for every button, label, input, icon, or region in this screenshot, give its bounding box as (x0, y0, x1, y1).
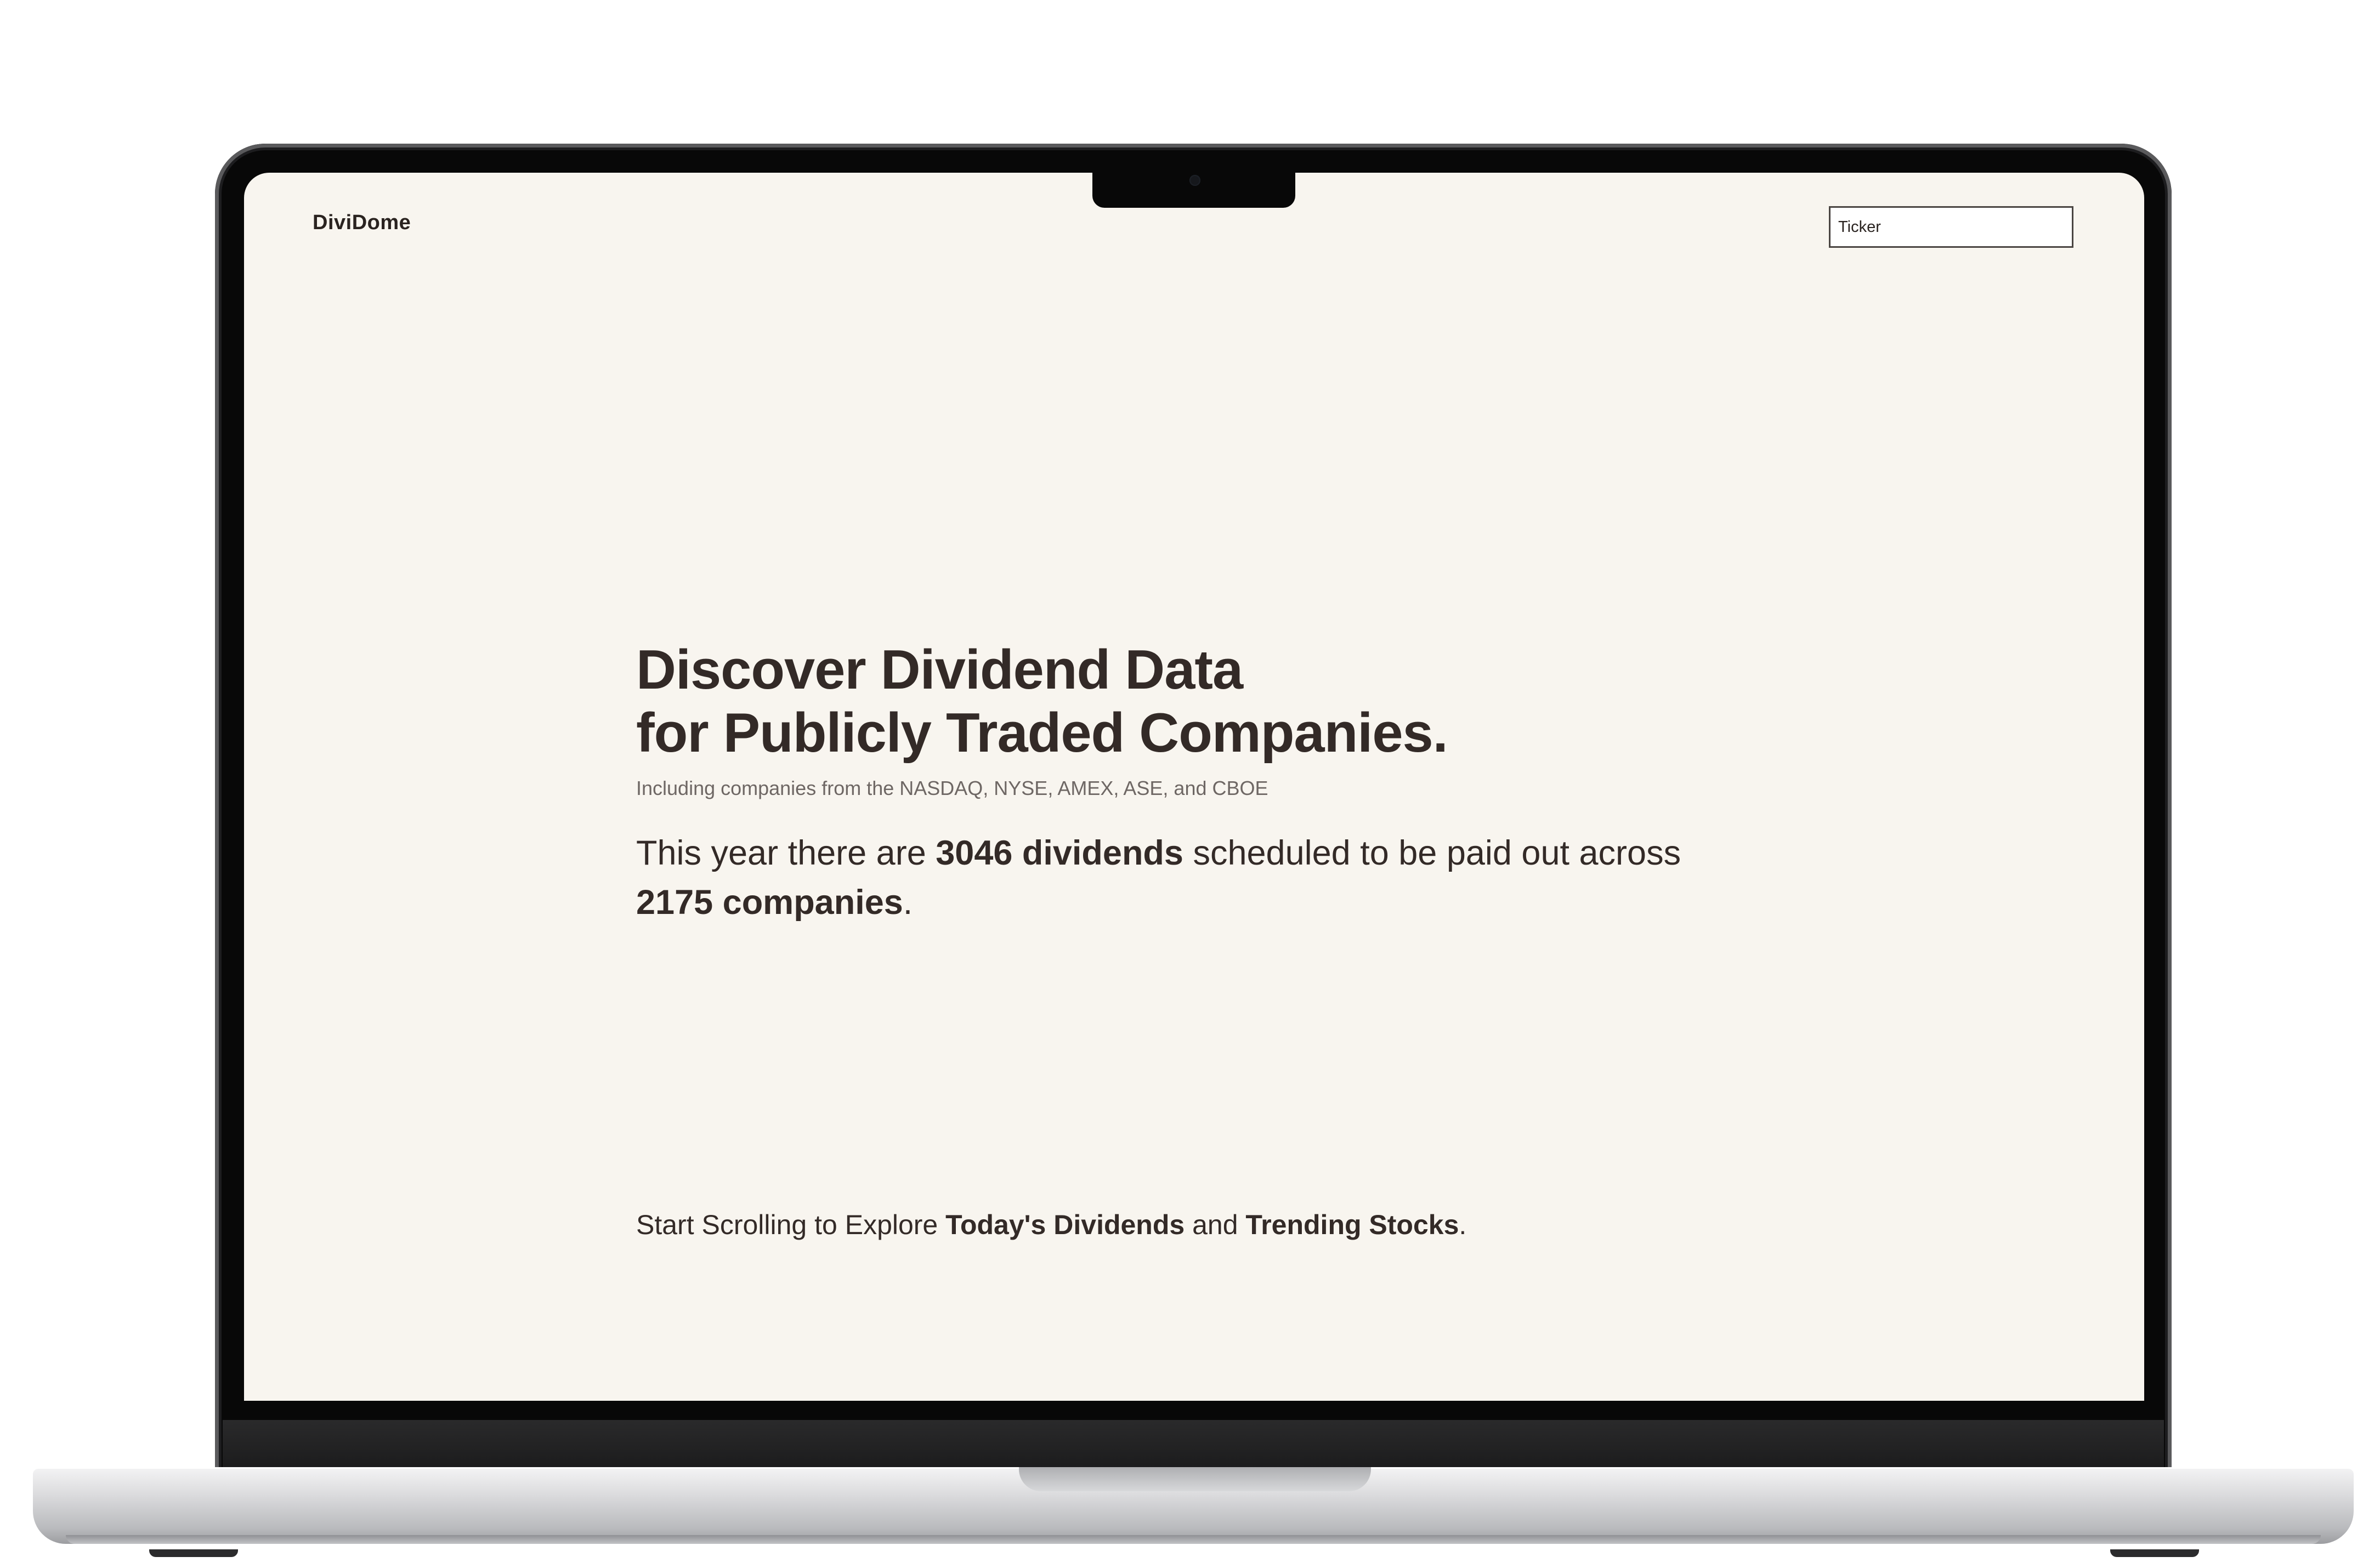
laptop-thumb-notch (1019, 1467, 1371, 1491)
stats-dividend-count: 3046 dividends (936, 834, 1183, 872)
scroll-prompt: Start Scrolling to Explore Today's Divid… (636, 1209, 1466, 1241)
ticker-search-input[interactable] (1829, 206, 2073, 248)
hero-title-line-1: Discover Dividend Data (636, 639, 1243, 701)
hero-section: Discover Dividend Data for Publicly Trad… (636, 639, 1897, 927)
scroll-prompt-prefix: Start Scrolling to Explore (636, 1209, 946, 1240)
hero-title: Discover Dividend Data for Publicly Trad… (636, 639, 1897, 765)
laptop-foot-right (2110, 1549, 2199, 1557)
todays-dividends-link[interactable]: Today's Dividends (945, 1209, 1185, 1240)
hero-subtitle: Including companies from the NASDAQ, NYS… (636, 777, 1268, 799)
brand-logo[interactable]: DiviDome (313, 211, 411, 235)
laptop-chin (223, 1420, 2164, 1475)
scroll-prompt-suffix: . (1459, 1209, 1467, 1240)
scroll-prompt-middle: and (1185, 1209, 1246, 1240)
trending-stocks-link[interactable]: Trending Stocks (1245, 1209, 1459, 1240)
stats-middle: scheduled to be paid out across (1183, 834, 1681, 872)
camera-icon (1189, 175, 1200, 186)
laptop-foot-left (149, 1549, 238, 1557)
dividend-stats: This year there are 3046 dividends sched… (636, 828, 1897, 927)
hero-title-line-2: for Publicly Traded Companies. (636, 702, 1448, 764)
browser-screen: DiviDome Discover Dividend Data for Publ… (244, 173, 2144, 1401)
laptop-base-edge (66, 1535, 2321, 1544)
stats-prefix: This year there are (636, 834, 936, 872)
stats-suffix: . (903, 883, 913, 922)
stats-company-count: 2175 companies (636, 883, 903, 922)
